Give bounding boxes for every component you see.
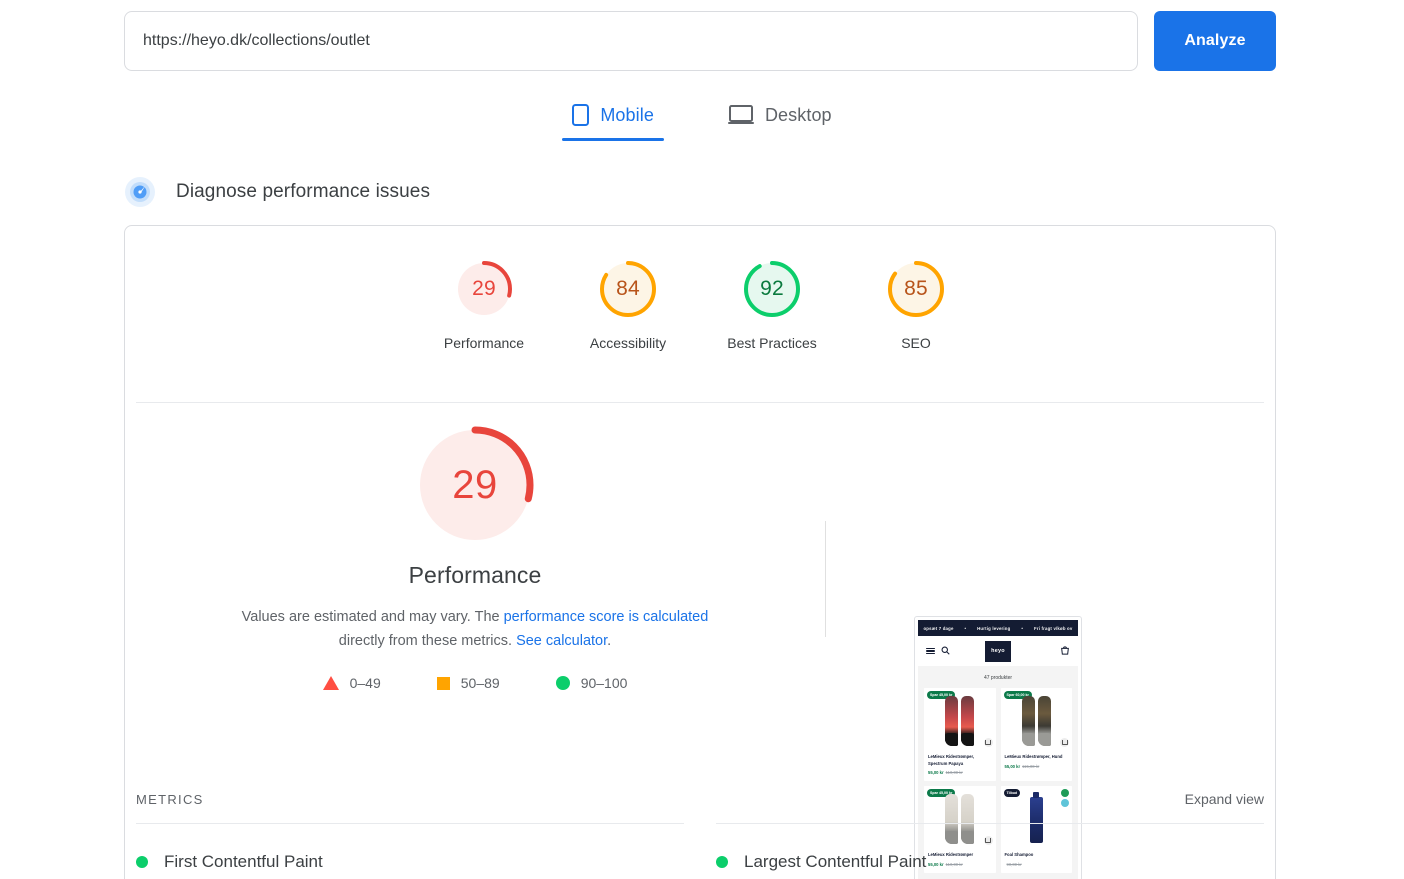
product-price: 55,00 kr 110,00 kr <box>928 770 992 775</box>
gauge-value-accessibility: 84 <box>616 277 640 300</box>
desc-text-2: directly from these metrics. <box>338 633 517 649</box>
metric-name-fcp: First Contentful Paint <box>164 852 323 871</box>
tab-desktop[interactable]: Desktop <box>718 98 842 141</box>
hamburger-menu-icon <box>926 647 935 655</box>
gauge-ring-performance: 29 <box>452 257 516 321</box>
desc-text-1: Values are estimated and may vary. The <box>241 609 504 625</box>
gauge-label-performance: Performance <box>443 335 525 351</box>
analyze-button[interactable]: Analyze <box>1154 11 1276 71</box>
metrics-label: METRICS <box>136 791 204 807</box>
category-score-strip: 29 Performance 84 Accessibility 92 Best … <box>125 226 1275 403</box>
url-input[interactable] <box>124 11 1138 71</box>
gauge-ring-best-practices: 92 <box>740 257 804 321</box>
see-calculator-link[interactable]: See calculator <box>516 633 607 649</box>
price-old: 115,00 kr <box>1022 763 1040 769</box>
circle-icon <box>555 676 570 690</box>
gauge-value-seo: 85 <box>904 277 928 300</box>
status-dot-icon <box>716 856 728 868</box>
product-name: LeMieux Ridestrømper, Spectrum Papaya <box>928 754 975 766</box>
price-old: 110,00 kr <box>945 770 963 775</box>
score-legend: 0–49 50–89 90–100 <box>322 675 628 691</box>
legend-label-good: 90–100 <box>580 675 628 691</box>
product-meta: LeMieux Ridestrømper, Spectrum Papaya 55… <box>924 750 996 781</box>
vertical-divider <box>825 521 826 637</box>
legend-label-average: 50–89 <box>460 675 500 691</box>
cart-icon <box>1060 642 1070 660</box>
gauge-label-accessibility: Accessibility <box>589 335 667 351</box>
product-name: LeMieux Ridestrømper, Hund <box>1004 754 1063 759</box>
gauge-value-performance: 29 <box>472 277 496 300</box>
score-gauge-best-practices[interactable]: 92 Best Practices <box>700 257 844 351</box>
score-gauge-seo[interactable]: 85 SEO <box>844 257 988 351</box>
product-price: 55,00 kr 115,00 kr <box>1005 764 1069 769</box>
gauge-label-best-practices: Best Practices <box>727 335 817 351</box>
sock-illustration <box>945 696 975 750</box>
screenshot-site-header: heyo <box>918 636 1078 666</box>
banner-dot-1: • <box>964 625 967 631</box>
quick-add-icon[interactable] <box>1060 738 1069 747</box>
gauge-ring-seo: 85 <box>884 257 948 321</box>
score-gauge-performance[interactable]: 29 Performance <box>412 257 556 351</box>
performance-detail: 29 Performance Values are estimated and … <box>125 403 1275 879</box>
gauge-label-seo: SEO <box>901 335 931 351</box>
legend-item-good: 90–100 <box>555 675 628 691</box>
performance-score-link[interactable]: performance score is calculated <box>504 609 709 625</box>
product-card[interactable]: Spar 60,00 kr LeMieux Ridestrømper, Hund <box>1000 688 1073 781</box>
square-icon <box>436 676 450 690</box>
diagnose-header: Diagnose performance issues <box>124 176 430 208</box>
site-logo: heyo <box>985 640 1011 662</box>
gauge-ring-accessibility: 84 <box>596 257 660 321</box>
legend-item-average: 50–89 <box>436 675 500 691</box>
banner-dot-2: • <box>1021 625 1024 631</box>
performance-description: Values are estimated and may vary. The p… <box>235 605 715 653</box>
big-gauge-performance: 29 <box>416 426 534 544</box>
expand-view-button[interactable]: Expand view <box>1185 791 1264 807</box>
performance-title: Performance <box>408 562 542 588</box>
legend-item-poor: 0–49 <box>322 675 381 691</box>
metrics-grid: First Contentful Paint 1.0 s Largest Con… <box>125 823 1275 879</box>
screenshot-announcement-bar: opsæt 7 dage • Hurtig levering • Fri fra… <box>918 620 1078 636</box>
legend-label-poor: 0–49 <box>349 675 381 691</box>
product-card[interactable]: Spar 45,00 kr LeMieux Ridestrømper, Spec… <box>924 688 996 781</box>
price-current: 55,00 kr <box>1004 763 1021 769</box>
desc-text-3: . <box>607 633 612 649</box>
search-icon <box>941 642 950 660</box>
lighthouse-gauge-icon <box>124 176 156 208</box>
performance-summary: 29 Performance Values are estimated and … <box>125 403 825 691</box>
mobile-icon <box>572 104 590 126</box>
product-meta: LeMieux Ridestrømper, Hund 55,00 kr 115,0… <box>1001 750 1073 775</box>
pagespeed-insights-page: Analyze Mobile Desktop <box>0 0 1404 879</box>
banner-text-1: opsæt 7 dage <box>923 625 954 631</box>
url-bar-row: Analyze <box>124 11 1276 71</box>
metric-head: Largest Contentful Paint <box>716 852 1264 872</box>
tab-desktop-label: Desktop <box>764 104 832 125</box>
status-dot-icon <box>136 856 148 868</box>
tab-mobile[interactable]: Mobile <box>562 98 664 141</box>
product-image: Spar 60,00 kr <box>1000 688 1072 750</box>
price-current: 55,00 kr <box>928 770 944 775</box>
tab-mobile-label: Mobile <box>600 104 654 125</box>
report-card: 29 Performance 84 Accessibility 92 Best … <box>124 225 1276 879</box>
desktop-icon <box>727 105 754 125</box>
triangle-icon <box>322 676 339 690</box>
product-image: Spar 45,00 kr <box>924 688 996 750</box>
diagnose-title: Diagnose performance issues <box>176 181 431 202</box>
form-factor-tabs: Mobile Desktop <box>0 98 1404 141</box>
score-gauge-accessibility[interactable]: 84 Accessibility <box>556 257 700 351</box>
metric-name-lcp: Largest Contentful Paint <box>744 852 927 871</box>
sock-illustration <box>1021 696 1051 750</box>
metric-item-fcp[interactable]: First Contentful Paint 1.0 s <box>136 823 684 879</box>
gauge-value-best-practices: 92 <box>760 277 784 300</box>
big-gauge-value: 29 <box>452 462 498 507</box>
metrics-header: METRICS Expand view <box>125 791 1275 807</box>
metric-item-lcp[interactable]: Largest Contentful Paint 0.4 s <box>716 823 1264 879</box>
banner-text-2: Hurtig levering <box>977 625 1011 631</box>
metric-head: First Contentful Paint <box>136 852 684 872</box>
banner-text-3: Fri fragt v/køb ov <box>1034 625 1073 631</box>
quick-add-icon[interactable] <box>983 738 993 747</box>
product-count-label: 47 produkter <box>918 666 1078 688</box>
